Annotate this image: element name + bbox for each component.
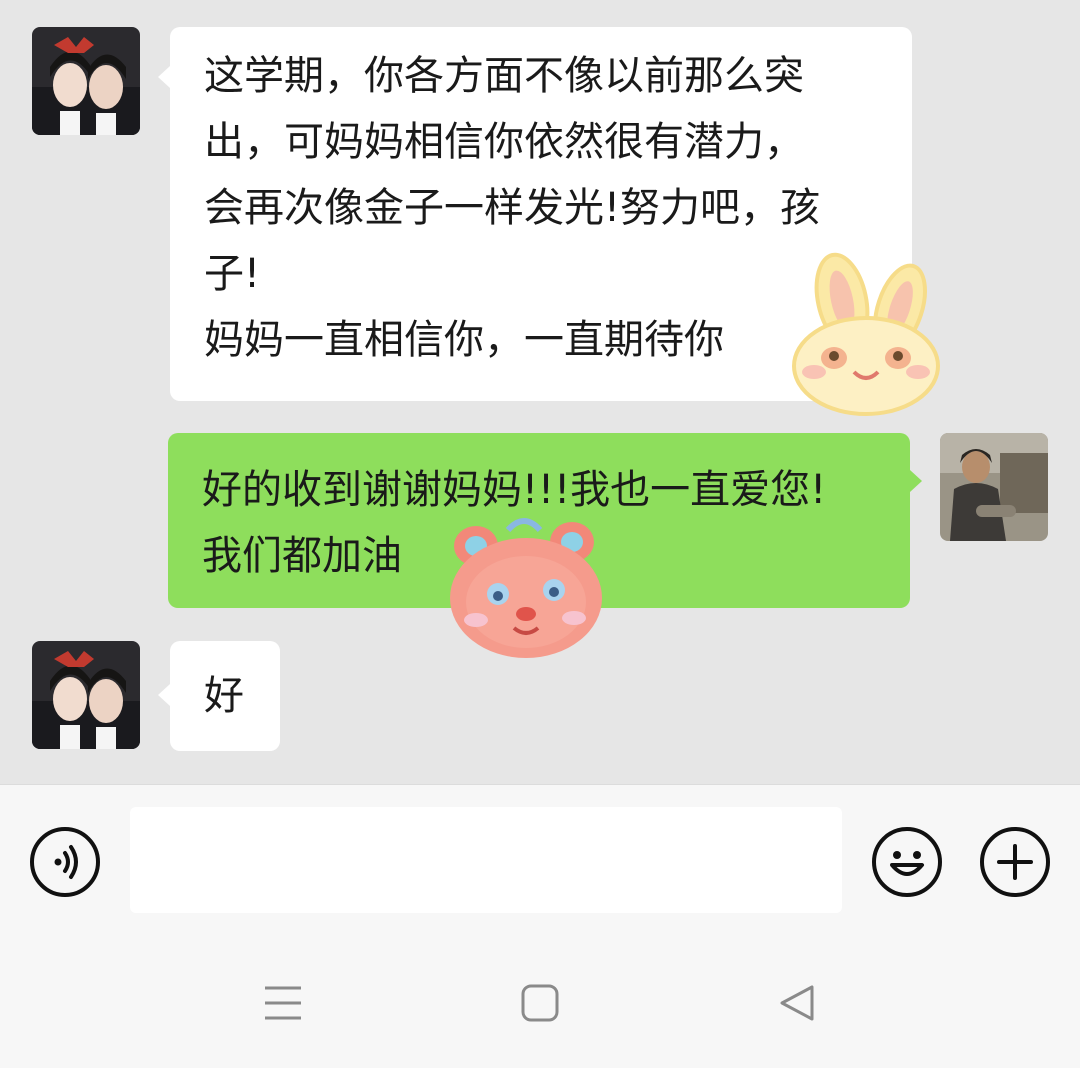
system-nav-bar [0,934,1080,1068]
self-avatar[interactable] [940,433,1048,541]
plus-icon [997,844,1033,880]
back-triangle-icon [780,985,814,1021]
menu-icon [265,986,301,1020]
chat-area[interactable]: 这学期，你各方面不像以前那么突 出，可妈妈相信你依然很有潜力， 会再次像金子一样… [0,0,1080,784]
message-input[interactable] [130,807,842,913]
message-line: 会再次像金子一样发光!努力吧，孩 [204,185,821,231]
home-square-icon [521,984,559,1022]
home-button[interactable] [515,978,565,1028]
input-bar [0,784,1080,935]
bubble-tail [158,684,170,706]
emoji-button[interactable] [872,827,942,897]
mother-avatar[interactable] [32,27,140,135]
bubble-tail [158,66,170,88]
menu-button[interactable] [258,978,308,1028]
back-button[interactable] [772,978,822,1028]
emoji-smile-icon [890,851,924,876]
message-line: 好 [204,673,244,719]
mother-avatar[interactable] [32,641,140,749]
voice-icon [54,845,78,879]
voice-button[interactable] [30,827,100,897]
incoming-message-bubble[interactable]: 好 [170,641,280,751]
bubble-tail [910,470,922,492]
message-line: 这学期，你各方面不像以前那么突 [204,53,804,99]
message-line: 出，可妈妈相信你依然很有潜力， [204,119,804,165]
more-button[interactable] [980,827,1050,897]
pink-tiger-face-sticker [442,506,608,662]
bunny-face-sticker [784,248,940,418]
